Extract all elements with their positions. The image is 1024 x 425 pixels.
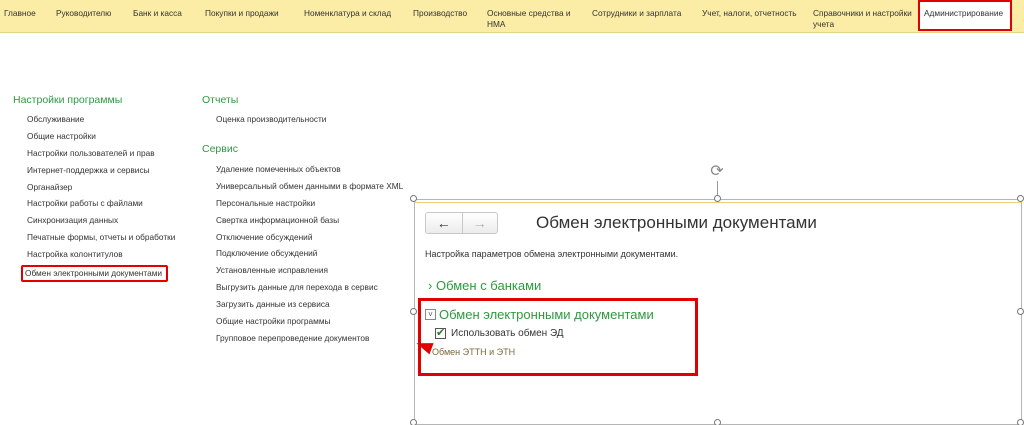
resize-handle-ml[interactable]: [410, 308, 417, 315]
resize-handle-br[interactable]: [1017, 419, 1024, 425]
link-personal-settings[interactable]: Персональные настройки: [214, 195, 403, 212]
link-xml-exchange[interactable]: Универсальный обмен данными в формате XM…: [214, 178, 403, 195]
link-user-settings[interactable]: Настройки пользователей и прав: [25, 145, 175, 162]
link-enable-discussions[interactable]: Подключение обсуждений: [214, 245, 403, 262]
menu-nomenclature-warehouse[interactable]: Номенклатура и склад: [300, 0, 409, 19]
menu-employees-salary[interactable]: Сотрудники и зарплата: [588, 0, 698, 19]
rotate-handle-icon[interactable]: ⟳: [708, 163, 726, 181]
menu-accounting-taxes[interactable]: Учет, налоги, отчетность: [698, 0, 809, 19]
link-disable-discussions[interactable]: Отключение обсуждений: [214, 229, 403, 246]
resize-handle-bm[interactable]: [714, 419, 721, 425]
use-edo-checkbox[interactable]: [435, 326, 446, 339]
edo-group-header[interactable]: ˅ Обмен электронными документами: [425, 307, 654, 322]
chevron-down-icon[interactable]: ˅: [425, 309, 436, 320]
form-description: Настройка параметров обмена электронными…: [425, 249, 679, 259]
menu-main[interactable]: Главное: [0, 0, 52, 19]
menu-manager[interactable]: Руководителю: [52, 0, 129, 19]
link-maintenance[interactable]: Обслуживание: [25, 111, 175, 128]
menu-references-settings[interactable]: Справочники и настройки учета: [809, 0, 918, 30]
chevron-right-icon: ›: [428, 278, 433, 293]
ettn-exchange-link[interactable]: Обмен ЭТТН и ЭТН: [432, 347, 515, 357]
menu-purchases-sales[interactable]: Покупки и продажи: [201, 0, 300, 19]
menu-bank-cash[interactable]: Банк и касса: [129, 0, 201, 19]
back-arrow-icon[interactable]: ←: [426, 213, 462, 233]
link-delete-marked[interactable]: Удаление помеченных объектов: [214, 161, 403, 178]
resize-handle-mr[interactable]: [1017, 308, 1024, 315]
use-edo-label: Использовать обмен ЭД: [451, 328, 564, 339]
use-edo-row[interactable]: Использовать обмен ЭД: [435, 326, 564, 339]
inset-top-line: [414, 202, 1022, 203]
reports-links: Оценка производительности: [214, 111, 326, 128]
bank-exchange-group[interactable]: › Обмен с банками: [428, 278, 541, 293]
service-links: Удаление помеченных объектов Универсальн…: [214, 161, 403, 347]
link-edo-exchange[interactable]: Обмен электронными документами: [21, 265, 169, 283]
menu-administration[interactable]: Администрирование: [918, 0, 1012, 31]
form-title: Обмен электронными документами: [536, 213, 817, 232]
link-data-sync[interactable]: Синхронизация данных: [25, 212, 175, 229]
link-print-forms[interactable]: Печатные формы, отчеты и обработки: [25, 229, 175, 246]
top-menu-bar: Главное Руководителю Банк и касса Покупк…: [0, 0, 1024, 33]
link-db-rollup[interactable]: Свертка информационной базы: [214, 212, 403, 229]
link-repost-documents[interactable]: Групповое перепроведение документов: [214, 330, 403, 347]
edo-group-label: Обмен электронными документами: [439, 307, 654, 322]
menu-fixed-assets[interactable]: Основные средства и НМА: [483, 0, 588, 30]
link-general-settings[interactable]: Общие настройки: [25, 128, 175, 145]
nav-button-group: ← →: [425, 212, 498, 234]
settings-links: Обслуживание Общие настройки Настройки п…: [21, 111, 175, 283]
resize-handle-tr[interactable]: [1017, 195, 1024, 202]
link-export-to-service[interactable]: Выгрузить данные для перехода в сервис: [214, 279, 403, 296]
link-program-settings[interactable]: Общие настройки программы: [214, 313, 403, 330]
settings-section-title: Настройки программы: [13, 94, 123, 106]
link-file-settings[interactable]: Настройки работы с файлами: [25, 195, 175, 212]
resize-handle-tm[interactable]: [714, 195, 721, 202]
link-headers-footers[interactable]: Настройка колонтитулов: [25, 246, 175, 263]
service-section-title: Сервис: [202, 143, 238, 155]
bank-exchange-label: Обмен с банками: [435, 278, 542, 293]
forward-arrow-icon[interactable]: →: [461, 213, 498, 233]
reports-section-title: Отчеты: [202, 94, 239, 106]
menu-production[interactable]: Производство: [409, 0, 483, 19]
link-import-from-service[interactable]: Загрузить данные из сервиса: [214, 296, 403, 313]
link-organizer[interactable]: Органайзер: [25, 179, 175, 196]
link-installed-fixes[interactable]: Установленные исправления: [214, 262, 403, 279]
resize-handle-tl[interactable]: [410, 195, 417, 202]
link-internet-support[interactable]: Интернет-поддержка и сервисы: [25, 162, 175, 179]
resize-handle-bl[interactable]: [410, 419, 417, 425]
link-performance-evaluation[interactable]: Оценка производительности: [214, 111, 326, 128]
